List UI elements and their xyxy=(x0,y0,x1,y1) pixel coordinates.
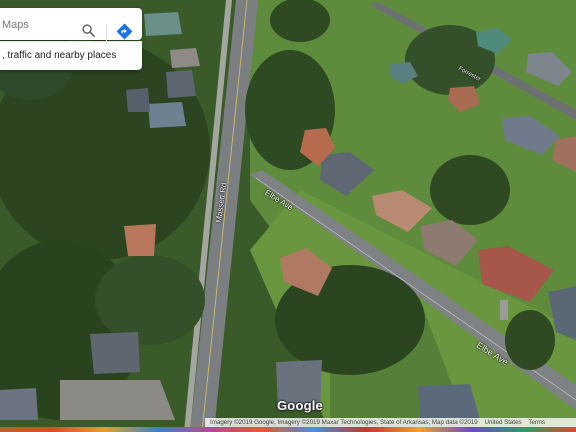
terms-link[interactable]: Terms xyxy=(528,419,545,426)
country-label[interactable]: United States xyxy=(484,419,521,426)
dock-strip xyxy=(0,427,576,432)
directions-icon[interactable] xyxy=(116,23,133,40)
google-logo: Google xyxy=(277,398,323,413)
search-box[interactable]: Maps xyxy=(0,8,142,42)
search-suggestion-text: , traffic and nearby places xyxy=(2,50,117,61)
search-input[interactable]: Maps xyxy=(2,19,29,31)
search-divider xyxy=(106,24,107,42)
attribution-bar: Imagery ©2019 Google, Imagery ©2019 Maxa… xyxy=(205,418,576,427)
search-suggestion[interactable]: , traffic and nearby places xyxy=(0,41,142,70)
search-icon[interactable] xyxy=(82,24,95,37)
imagery-attribution: Imagery ©2019 Google, Imagery ©2019 Maxa… xyxy=(210,419,478,426)
